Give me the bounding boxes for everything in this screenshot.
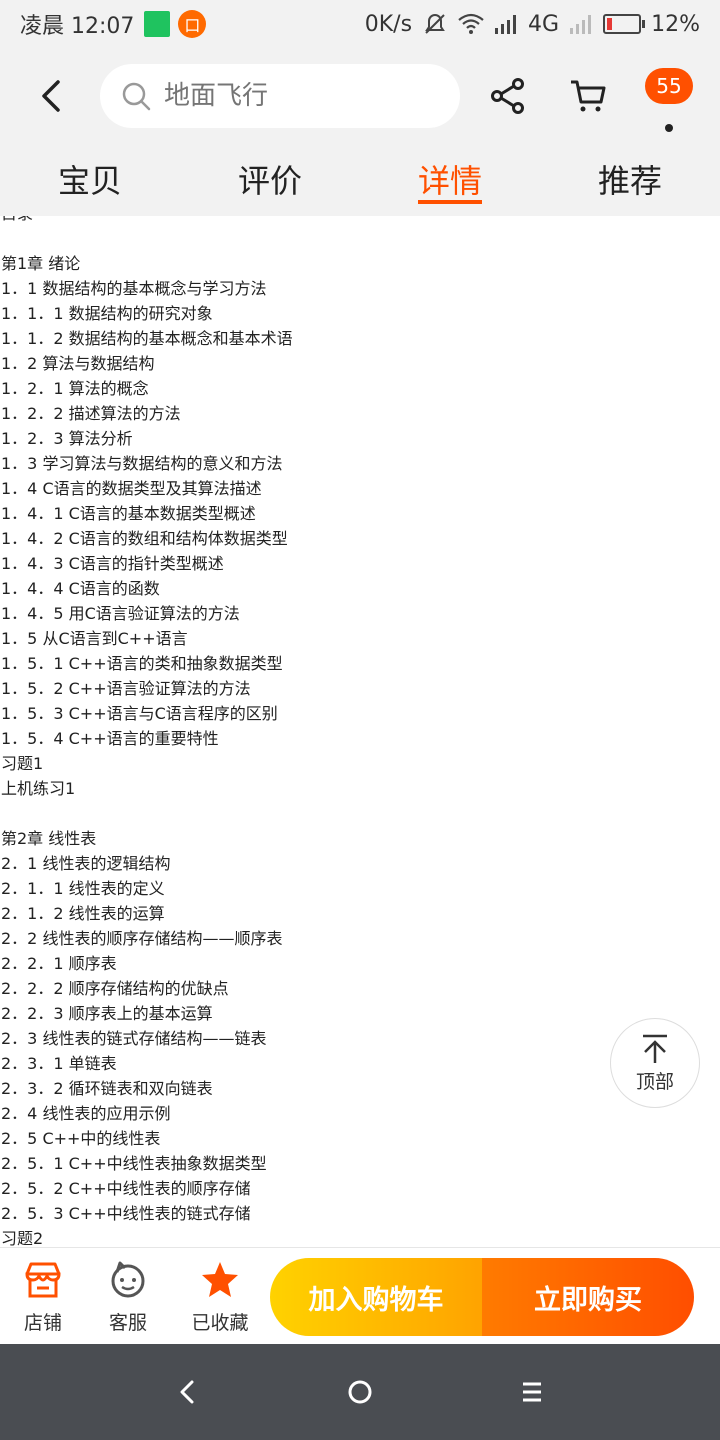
back-arrow-icon <box>42 80 60 112</box>
nav-back-icon <box>180 1380 194 1404</box>
toc-line: 习题1 <box>1 754 44 773</box>
tab-details[interactable]: 详情 <box>390 156 510 202</box>
app-notification-icon: 口 <box>178 10 207 38</box>
tab-reviews[interactable]: 评价 <box>210 156 330 202</box>
toc-line: 1．2．3 算法分析 <box>1 429 133 448</box>
toc-line: 2．1 线性表的逻辑结构 <box>1 854 171 873</box>
toc-line: 2．4 线性表的应用示例 <box>1 1104 171 1123</box>
toc-line: 2．5．3 C++中线性表的链式存储 <box>1 1204 251 1223</box>
toc-line: 1．2．2 描述算法的方法 <box>1 404 181 423</box>
toc-line: 1．3 学习算法与数据结构的意义和方法 <box>1 454 283 473</box>
search-box[interactable] <box>100 64 460 128</box>
favorite-label: 已收藏 <box>191 1312 249 1334</box>
add-to-cart-button[interactable]: 加入购物车 <box>270 1258 482 1336</box>
system-nav-bar <box>0 1344 720 1440</box>
toc-line: 2．2．3 顺序表上的基本运算 <box>1 1004 213 1023</box>
toc-line: 1．1 数据结构的基本概念与学习方法 <box>1 279 267 298</box>
toc-line: 2．5．1 C++中线性表抽象数据类型 <box>1 1154 267 1173</box>
share-button[interactable] <box>488 76 528 120</box>
back-to-top-button[interactable]: 顶部 <box>610 1018 700 1108</box>
nav-menu-button[interactable] <box>516 1372 548 1416</box>
toc-line: 1．4．5 用C语言验证算法的方法 <box>1 604 240 623</box>
tab-bar: 宝贝 评价 详情 推荐 <box>0 152 720 216</box>
mute-icon <box>425 13 445 34</box>
toc-line: 1．4．4 C语言的函数 <box>1 579 160 598</box>
status-time: 凌晨 12:07 <box>20 14 135 39</box>
nav-home-button[interactable] <box>344 1372 376 1416</box>
nav-home-icon <box>348 1380 372 1404</box>
toc-line: 2．1．2 线性表的运算 <box>1 904 165 923</box>
notification-icon <box>144 11 171 37</box>
details-content[interactable]: 目录第1章 绪论 1．1 数据结构的基本概念与学习方法 1．1．1 数据结构的研究对… <box>0 216 720 1247</box>
toc-line: 2．3．2 循环链表和双向链表 <box>1 1079 213 1098</box>
toc-line: 1．4．3 C语言的指针类型概述 <box>1 554 224 573</box>
toc-line: 2．5 C++中的线性表 <box>1 1129 161 1148</box>
nav-back-button[interactable] <box>172 1372 204 1416</box>
toc-line: 1．4．2 C语言的数组和结构体数据类型 <box>1 529 288 548</box>
bottom-action-bar: 店铺 客服 已收藏 加入购物车 立即购买 <box>0 1247 720 1345</box>
toc-line: 1．1．2 数据结构的基本概念和基本术语 <box>1 329 293 348</box>
toc-line: 1．5．2 C++语言验证算法的方法 <box>1 679 251 698</box>
toc-line: 第1章 绪论 <box>1 254 81 273</box>
toc-line: 1．1．1 数据结构的研究对象 <box>1 304 213 323</box>
toc-line: 2．3 线性表的链式存储结构——链表 <box>1 1029 267 1048</box>
network-type: 4G <box>528 11 560 37</box>
network-speed: 0K/s <box>364 11 413 37</box>
signal-icon <box>495 15 517 34</box>
star-icon <box>202 1262 238 1297</box>
share-icon <box>491 78 524 114</box>
toc-line: 上机练习1 <box>1 779 76 798</box>
favorite-button[interactable]: 已收藏 <box>180 1260 260 1335</box>
search-icon <box>122 82 151 111</box>
cart-button[interactable] <box>568 76 608 120</box>
arrow-up-icon <box>643 1034 667 1063</box>
toc-line: 1．4．1 C语言的基本数据类型概述 <box>1 504 256 523</box>
header: 55 宝贝 评价 详情 推荐 <box>0 48 720 216</box>
toc-line: 2．3．1 单链表 <box>1 1054 117 1073</box>
toc-line: 2．2．1 顺序表 <box>1 954 117 973</box>
nav-menu-icon <box>523 1382 541 1402</box>
shop-icon <box>25 1262 61 1298</box>
toc-line: 2．5．2 C++中线性表的顺序存储 <box>1 1179 251 1198</box>
customer-service-button[interactable]: 客服 <box>88 1260 168 1335</box>
toc-line: 2．1．1 线性表的定义 <box>1 879 165 898</box>
more-button[interactable]: 55 <box>645 68 695 138</box>
battery-icon <box>603 14 646 34</box>
active-tab-indicator <box>418 200 482 204</box>
toc-line <box>0 801 293 826</box>
customer-service-label: 客服 <box>108 1312 147 1334</box>
toc-line: 2．2．2 顺序存储结构的优缺点 <box>1 979 229 998</box>
buy-now-button[interactable]: 立即购买 <box>482 1258 694 1336</box>
toc-line: 目录 <box>0 216 293 226</box>
toc-line: 1．2 算法与数据结构 <box>1 354 155 373</box>
back-to-top-label: 顶部 <box>635 1070 674 1093</box>
toc-line: 1．4 C语言的数据类型及其算法描述 <box>1 479 262 498</box>
shop-button[interactable]: 店铺 <box>3 1260 83 1335</box>
toc-line: 第2章 线性表 <box>1 829 97 848</box>
toc-line: 1．5 从C语言到C++语言 <box>1 629 188 648</box>
wifi-icon <box>458 13 484 34</box>
toc-line <box>0 226 293 251</box>
battery-level: 12% <box>651 11 700 37</box>
toc-line: 1．5．3 C++语言与C语言程序的区别 <box>1 704 278 723</box>
toc-line: 1．2．1 算法的概念 <box>1 379 149 398</box>
back-button[interactable] <box>30 72 74 120</box>
toc-line: 习题2 <box>1 1229 44 1247</box>
message-count-badge: 55 <box>645 68 693 104</box>
tab-item[interactable]: 宝贝 <box>30 156 150 202</box>
customer-service-icon <box>111 1261 145 1298</box>
toc-line: 2．2 线性表的顺序存储结构——顺序表 <box>1 929 283 948</box>
signal-2-icon <box>570 15 592 34</box>
cart-icon <box>571 80 606 112</box>
toc-line: 1．5．4 C++语言的重要特性 <box>1 729 219 748</box>
tab-recommend[interactable]: 推荐 <box>570 156 690 202</box>
status-bar: 凌晨 12:07 口 0K/s 4G 12% <box>0 0 720 48</box>
toc-line: 1．5．1 C++语言的类和抽象数据类型 <box>1 654 283 673</box>
table-of-contents: 目录第1章 绪论 1．1 数据结构的基本概念与学习方法 1．1．1 数据结构的研究对… <box>0 216 293 1247</box>
more-dot-icon <box>665 124 673 132</box>
status-indicators: 0K/s 4G 12% <box>365 0 700 48</box>
search-input[interactable] <box>162 80 436 112</box>
shop-label: 店铺 <box>23 1312 62 1334</box>
